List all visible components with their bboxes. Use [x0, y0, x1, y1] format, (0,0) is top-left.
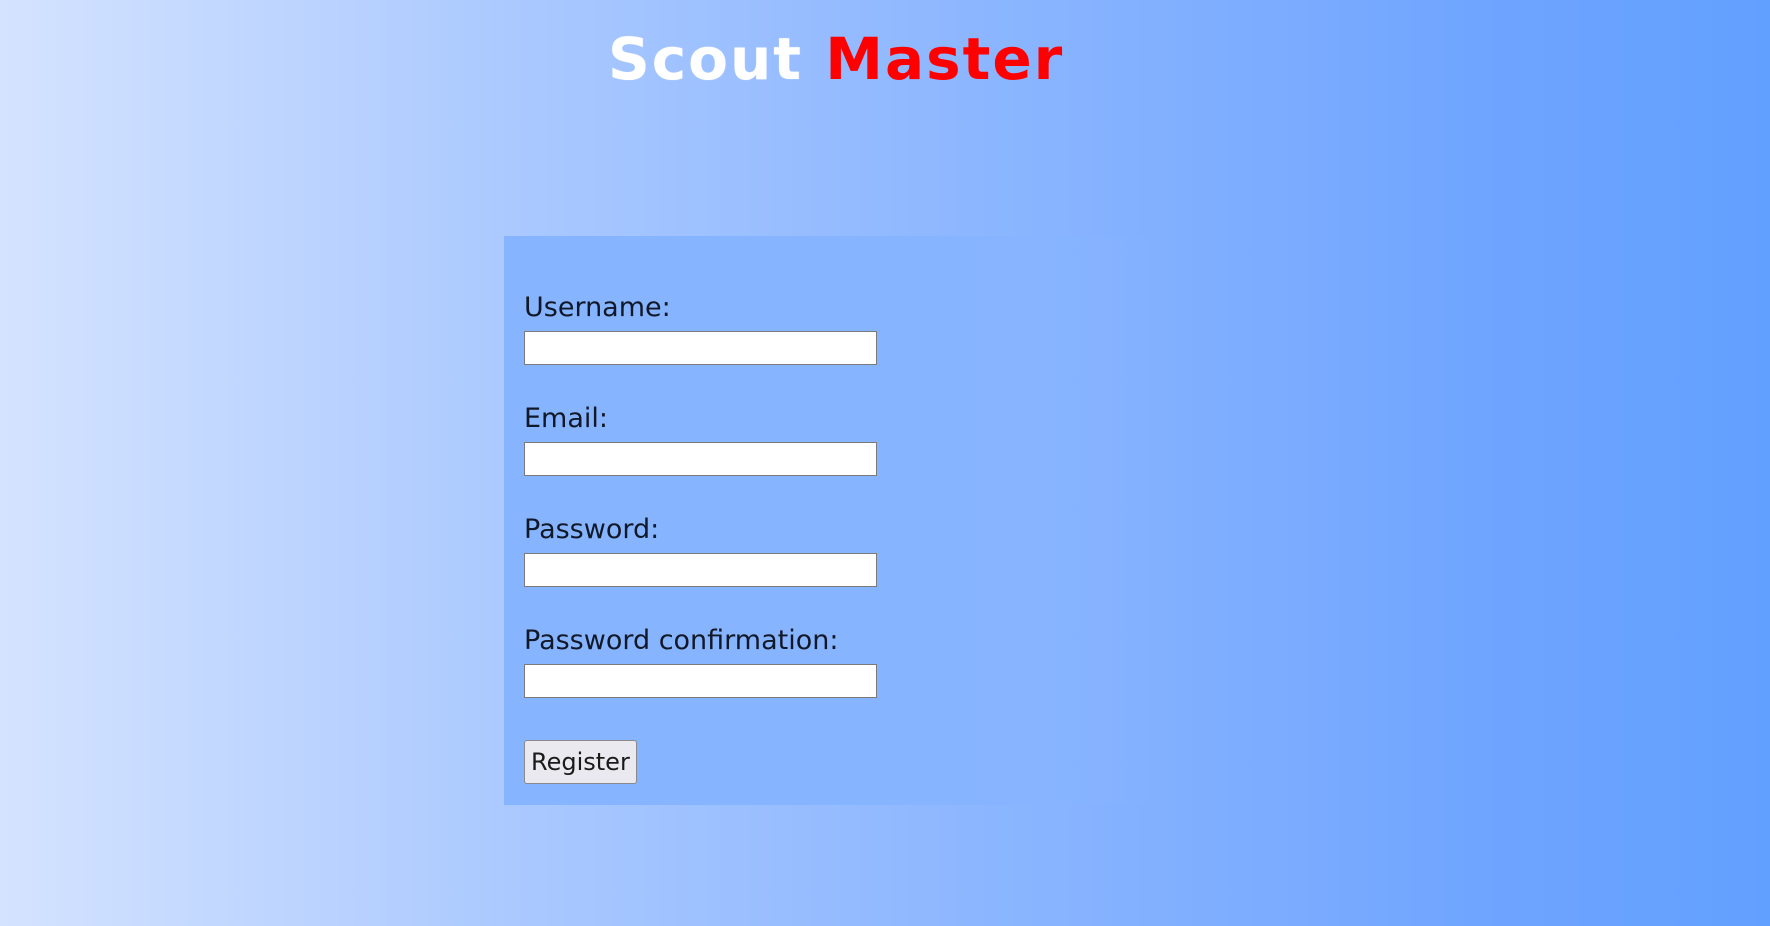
password-input[interactable]	[524, 553, 877, 587]
password-field-group: Password:	[524, 513, 877, 587]
password-confirmation-label: Password confirmation:	[524, 625, 839, 656]
logo-word-master: Master	[825, 25, 1065, 93]
email-input[interactable]	[524, 442, 877, 476]
password-confirmation-input[interactable]	[524, 664, 877, 698]
site-logo: Scout Master	[608, 24, 1064, 94]
password-confirmation-field-group: Password confirmation:	[524, 624, 877, 698]
email-field-group: Email:	[524, 402, 877, 476]
register-button[interactable]: Register	[524, 740, 637, 784]
logo-word-scout: Scout	[608, 25, 804, 93]
username-label: Username:	[524, 292, 671, 323]
email-label: Email:	[524, 403, 609, 434]
registration-form: Username: Email: Password: Password conf…	[504, 236, 1164, 805]
password-label: Password:	[524, 514, 660, 545]
username-input[interactable]	[524, 331, 877, 365]
username-field-group: Username:	[524, 291, 877, 365]
